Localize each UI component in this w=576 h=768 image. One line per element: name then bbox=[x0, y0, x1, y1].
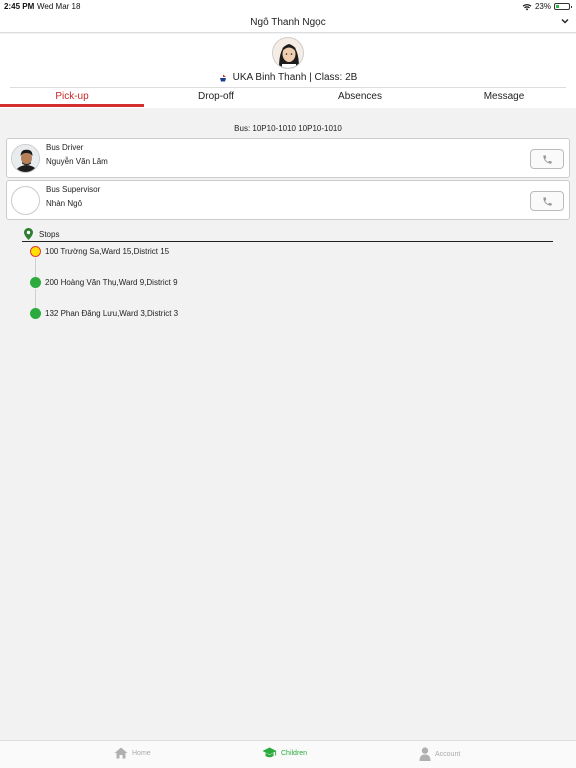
status-bar: 2:45 PM Wed Mar 18 23% bbox=[0, 0, 576, 13]
pick-up-content: Bus: 10P10-1010 10P10-1010 Bus Driver Ng… bbox=[0, 108, 576, 740]
bus-driver-card: Bus Driver Nguyễn Văn Lâm bbox=[6, 138, 570, 178]
bus-plate-label: Bus: 10P10-1010 10P10-1010 bbox=[234, 124, 342, 133]
supervisor-name: Nhàn Ngô bbox=[46, 199, 83, 208]
map-pin-icon bbox=[24, 228, 33, 240]
nav-children[interactable]: Children bbox=[262, 747, 307, 759]
stop-marker bbox=[30, 307, 41, 319]
chevron-down-icon[interactable] bbox=[560, 16, 570, 26]
stops-header: Stops bbox=[22, 228, 553, 242]
current-stop-marker bbox=[30, 245, 41, 257]
stop-marker bbox=[30, 276, 41, 288]
supervisor-avatar bbox=[11, 186, 40, 215]
status-right: 23% bbox=[522, 2, 572, 11]
stop-item[interactable]: 200 Hoàng Văn Thụ,Ward 9,District 9 bbox=[30, 275, 178, 289]
child-name-title[interactable]: Ngô Thanh Ngọc bbox=[0, 17, 576, 28]
person-icon bbox=[419, 747, 431, 761]
active-tab-indicator bbox=[0, 104, 144, 107]
bus-supervisor-card: Bus Supervisor Nhàn Ngô bbox=[6, 180, 570, 220]
battery-percent: 23% bbox=[534, 2, 551, 11]
driver-role: Bus Driver bbox=[46, 143, 84, 152]
stop-address: 132 Phan Đăng Lưu,Ward 3,District 3 bbox=[45, 308, 179, 318]
battery-icon bbox=[554, 3, 572, 10]
stop-item[interactable]: 132 Phan Đăng Lưu,Ward 3,District 3 bbox=[30, 306, 178, 320]
school-class-text: UKA Binh Thanh | Class: 2B bbox=[232, 72, 358, 83]
phone-icon bbox=[542, 154, 552, 164]
driver-avatar bbox=[11, 144, 40, 173]
child-profile: UKA Binh Thanh | Class: 2B bbox=[0, 34, 576, 88]
child-avatar bbox=[272, 37, 304, 69]
home-icon bbox=[114, 747, 128, 759]
supervisor-role: Bus Supervisor bbox=[46, 185, 101, 194]
nav-home-label: Home bbox=[132, 749, 151, 757]
stop-address: 100 Trường Sa,Ward 15,District 15 bbox=[45, 246, 170, 256]
status-time: 2:45 PM bbox=[4, 2, 35, 11]
stop-item[interactable]: 100 Trường Sa,Ward 15,District 15 bbox=[30, 244, 169, 258]
stops-title: Stops bbox=[39, 230, 60, 239]
status-date: Wed Mar 18 bbox=[37, 2, 81, 11]
phone-icon bbox=[542, 196, 552, 206]
graduation-cap-icon bbox=[262, 747, 277, 758]
tab-bar: Pick-up Drop-off Absences Message bbox=[0, 88, 576, 108]
tab-absences[interactable]: Absences bbox=[288, 91, 432, 102]
nav-children-label: Children bbox=[281, 749, 308, 757]
nav-account[interactable]: Account bbox=[419, 747, 460, 761]
school-logo-icon bbox=[219, 74, 227, 82]
stops-section: Stops 100 Trường Sa,Ward 15,District 15 … bbox=[22, 228, 553, 319]
school-class-line: UKA Binh Thanh | Class: 2B bbox=[0, 72, 576, 83]
stop-address: 200 Hoàng Văn Thụ,Ward 9,District 9 bbox=[45, 277, 178, 287]
tab-pick-up[interactable]: Pick-up bbox=[0, 91, 144, 102]
nav-home[interactable]: Home bbox=[114, 747, 151, 759]
call-driver-button[interactable] bbox=[530, 149, 564, 169]
tab-drop-off[interactable]: Drop-off bbox=[144, 91, 288, 102]
bottom-tab-bar: Home Children Account bbox=[0, 740, 576, 768]
driver-name: Nguyễn Văn Lâm bbox=[46, 157, 108, 166]
tab-message[interactable]: Message bbox=[432, 91, 576, 102]
header: Ngô Thanh Ngọc bbox=[0, 13, 576, 33]
wifi-icon bbox=[522, 3, 532, 10]
call-supervisor-button[interactable] bbox=[530, 191, 564, 211]
nav-account-label: Account bbox=[435, 750, 461, 758]
